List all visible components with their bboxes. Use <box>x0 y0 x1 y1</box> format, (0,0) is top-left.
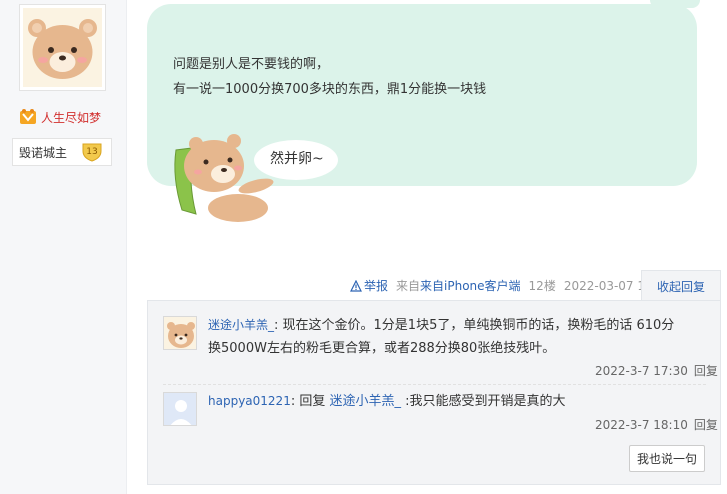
post-meta: 举报 来自 来自iPhone客户端 12楼 2022-03-07 17:28 <box>350 277 672 294</box>
post-line-2: 有一说一1000分换700多块的东西，鼎1分能换一块钱 <box>173 82 487 97</box>
reply-2-meta: 2022-3-7 18:10 回复 <box>595 416 718 433</box>
floor-number: 12楼 <box>528 279 556 293</box>
say-something-button[interactable]: 我也说一句 <box>629 445 705 472</box>
reply-user-link[interactable]: 迷途小羊羔_ <box>208 318 274 332</box>
username-row: 人生尽如梦 <box>19 108 101 126</box>
source-link[interactable]: 来自iPhone客户端 <box>420 277 521 294</box>
reply-1-line-1: 迷途小羊羔_: 现在这个金价。1分是1块5了，单纯换铜币的话，换粉毛的话 610… <box>208 314 674 337</box>
rank-level-text: 13 <box>86 147 97 157</box>
reply-button[interactable]: 回复 <box>694 364 718 378</box>
author-column: 人生尽如梦 毁诺城主 13 <box>0 0 127 494</box>
rank-badge[interactable]: 毁诺城主 13 <box>12 138 112 166</box>
reply-divider <box>163 384 706 385</box>
bear-avatar-icon <box>164 317 196 349</box>
report-label[interactable]: 举报 <box>364 277 388 294</box>
bear-avatar-icon <box>28 19 97 79</box>
author-username[interactable]: 人生尽如梦 <box>41 109 101 126</box>
reply-target-link[interactable]: 迷途小羊羔_ <box>329 394 401 409</box>
bear-sticker-image <box>174 134 338 222</box>
collapse-reply-button[interactable]: 收起回复 <box>641 270 721 301</box>
reply-avatar-default[interactable] <box>163 392 197 426</box>
reply-1-meta: 2022-3-7 17:30 回复 <box>595 362 718 379</box>
reply-text: : 现在这个金价。1分是1块5了，单纯换铜币的话，换粉毛的话 610分 <box>274 318 675 333</box>
reply-text: :我只能感受到开销是真的大 <box>401 394 566 409</box>
reply-1-line-2: 换5000W左右的粉毛更合算，或者288分换80张绝技残叶。 <box>208 341 556 356</box>
report-link[interactable]: 举报 <box>350 277 388 294</box>
rank-level-badge: 13 <box>81 142 103 162</box>
reply-2-line-1: happya01221: 回复 迷途小羊羔_ :我只能感受到开销是真的大 <box>208 390 566 413</box>
reply-prefix: : 回复 <box>290 394 330 409</box>
reply-avatar[interactable] <box>163 316 197 350</box>
post-line-1: 问题是别人是不要钱的啊， <box>173 57 330 72</box>
warning-icon <box>350 279 362 292</box>
reply-button[interactable]: 回复 <box>694 418 718 432</box>
sticker-caption: 然并卵~ <box>270 151 324 167</box>
reply-user-link[interactable]: happya01221 <box>208 394 291 408</box>
default-user-icon <box>164 393 196 425</box>
rank-name: 毁诺城主 <box>19 145 68 160</box>
level-shield-icon: 13 <box>82 143 102 162</box>
avatar[interactable] <box>19 4 106 91</box>
reply-time: 2022-3-7 17:30 <box>595 364 688 378</box>
reply-time: 2022-3-7 18:10 <box>595 418 688 432</box>
vip-badge-icon <box>20 109 36 124</box>
